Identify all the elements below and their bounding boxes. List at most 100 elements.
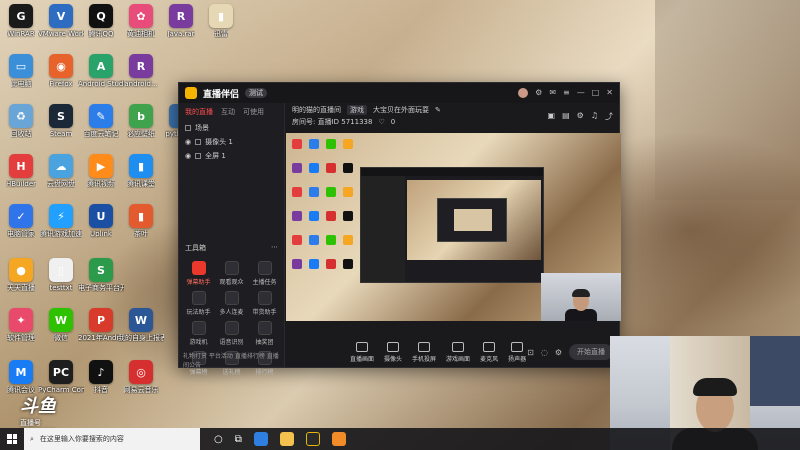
scene-item-header[interactable]: 场景 [179, 121, 284, 135]
preview-desktop-icon [292, 163, 302, 173]
preview-desktop-icon [343, 139, 353, 149]
app-icon: ☁ [49, 154, 73, 178]
preview-desktop-icon [326, 235, 336, 245]
task-view-icon[interactable]: ⧉ [235, 434, 242, 445]
share-icon[interactable]: ⤴ [605, 111, 613, 122]
title-bar-controls: ⚙ ✉ ≡ — □ ✕ [518, 88, 613, 98]
bell-icon[interactable]: ♫ [591, 111, 598, 122]
desktop-icon[interactable]: ◎ 网易云音乐 [118, 360, 164, 394]
toolbox-header: 工具箱 ⋯ [179, 239, 284, 257]
source-control[interactable]: 手机投屏 [412, 341, 436, 363]
toolbox-item[interactable]: 主播任务 [249, 261, 280, 286]
main-toolbar: ▣ ▤ ⚙ ♫ ⤴ [548, 111, 613, 122]
app-icon: G [9, 4, 33, 28]
mute-icon[interactable]: ◌ [541, 348, 548, 357]
minimize-icon[interactable]: — [577, 88, 585, 98]
source-control[interactable]: 游戏画面 [446, 341, 470, 363]
tool-label: 游戏机 [189, 339, 208, 346]
version-badge: 测试 [245, 88, 268, 98]
app-icon: ▮ [209, 4, 233, 28]
source-control[interactable]: 麦克风 [480, 341, 498, 363]
source-control[interactable]: 直播画面 [350, 341, 374, 363]
preview-desktop-icon [326, 187, 336, 197]
app-icon: ◎ [129, 360, 153, 384]
desktop-icon-label: HBuilder [5, 180, 37, 188]
desktop-icon[interactable]: ▮ 迅雷 [198, 4, 244, 38]
desktop-icon-label: Java.rar [167, 30, 195, 38]
desktop-icon[interactable]: ▮ 腾讯课堂 [118, 154, 164, 188]
more-icon[interactable]: ⋯ [271, 243, 278, 253]
app-icon: W [49, 308, 73, 332]
source-control[interactable]: 摄像头 [384, 341, 402, 363]
toolbox-item[interactable]: 弹幕助手 [183, 261, 214, 286]
tool-label: 抽奖团 [255, 339, 274, 346]
desktop-icon[interactable]: Randroid... [118, 54, 164, 88]
skin-icon[interactable]: ⚙ [535, 88, 542, 98]
preview-desktop-icon [309, 163, 319, 173]
toolbox-item[interactable]: 玩法助手 [183, 291, 214, 316]
tool-icon [257, 321, 272, 335]
toolbox-item[interactable]: 观看观众 [216, 261, 247, 286]
scene-item-fullscreen[interactable]: ◉ 全屏 1 [179, 149, 284, 163]
edit-icon[interactable]: ✎ [435, 106, 441, 114]
desktop-icon[interactable]: W 我的自身上报表格.doc [118, 308, 164, 342]
source-control[interactable]: 扬声器 [508, 341, 526, 363]
tool-label: 观看观众 [219, 279, 244, 286]
live-companion-taskbar-icon[interactable] [331, 432, 346, 446]
toolbox-item[interactable]: 语音识别 [216, 321, 247, 346]
toolbox-item[interactable]: 抽奖团 [249, 321, 280, 346]
app-icon: ✦ [9, 308, 33, 332]
search-icon: ⌕ [30, 434, 34, 443]
app-icon: ✎ [89, 104, 113, 128]
cortana-icon[interactable]: ○ [214, 434, 223, 445]
desktop-icon-label: 微信 [54, 334, 68, 342]
eye-icon[interactable]: ◉ [185, 152, 191, 160]
preview-desktop-icon [343, 259, 353, 269]
preview-desktop-icon [326, 259, 336, 269]
live-preview[interactable] [286, 133, 621, 321]
toolbox-item[interactable]: 游戏机 [183, 321, 214, 346]
app-icon: V [49, 4, 73, 28]
title-bar[interactable]: 直播伴侣 测试 ⚙ ✉ ≡ — □ ✕ [179, 83, 619, 103]
tab-my-live[interactable]: 我的直播 [185, 107, 213, 117]
toolbox-item[interactable]: 多人连麦 [216, 291, 247, 316]
start-button[interactable] [0, 434, 24, 444]
record-icon[interactable]: ⊡ [527, 348, 534, 357]
taskbar-search[interactable]: ⌕ 在这里输入你要搜索的内容 [24, 428, 200, 450]
scene-item-camera[interactable]: ◉ 摄像头 1 [179, 135, 284, 149]
user-avatar[interactable] [518, 88, 529, 98]
start-live-button[interactable]: 开始直播 [569, 344, 613, 360]
desktop-icon-label: 网易云音乐 [123, 386, 159, 394]
file-explorer-icon[interactable] [279, 432, 294, 446]
gift-icon[interactable]: ▣ [548, 111, 556, 122]
desktop-icon[interactable]: S 电子商务平台开发实践2022 [78, 258, 124, 292]
settings-icon[interactable]: ⚙ [555, 348, 562, 357]
app-icon: ● [9, 258, 33, 282]
desktop-icon-label: 此电脑 [10, 80, 32, 88]
room-category[interactable]: 游戏 [347, 105, 367, 115]
eye-icon[interactable]: ◉ [185, 138, 191, 146]
settings-icon[interactable]: ⚙ [577, 111, 584, 122]
shop-icon[interactable]: ▤ [562, 111, 570, 122]
maximize-icon[interactable]: □ [592, 88, 600, 98]
room-note[interactable]: 大宝贝在外面玩耍 [373, 105, 429, 115]
tab-available[interactable]: 可使用 [243, 107, 264, 117]
live-companion-window[interactable]: 直播伴侣 测试 ⚙ ✉ ≡ — □ ✕ 我的直播 互动 可使用 场景 ◉ 摄像头… [178, 82, 621, 376]
close-icon[interactable]: ✕ [606, 88, 613, 98]
toolbox-item[interactable]: 带货助手 [249, 291, 280, 316]
preview-camera-overlay[interactable] [541, 273, 621, 321]
app-g-icon[interactable] [305, 432, 320, 446]
tab-interact[interactable]: 互动 [221, 107, 235, 117]
app-icon: ♪ [89, 360, 113, 384]
tool-icon [257, 291, 272, 305]
preview-desktop-icon [326, 163, 336, 173]
control-right: ⊡ ◌ ⚙ 开始直播 [527, 344, 613, 360]
desktop-icon-label: 百度云笔记 [83, 130, 119, 138]
room-title[interactable]: 明的猫的直播间 [292, 105, 341, 115]
scene-label: 摄像头 1 [205, 138, 233, 146]
message-icon[interactable]: ✉ [549, 88, 556, 98]
control-icon [483, 341, 496, 352]
menu-icon[interactable]: ≡ [563, 88, 570, 98]
desktop-icon[interactable]: ▮ 茶叶 [118, 204, 164, 238]
edge-icon[interactable] [253, 432, 268, 446]
